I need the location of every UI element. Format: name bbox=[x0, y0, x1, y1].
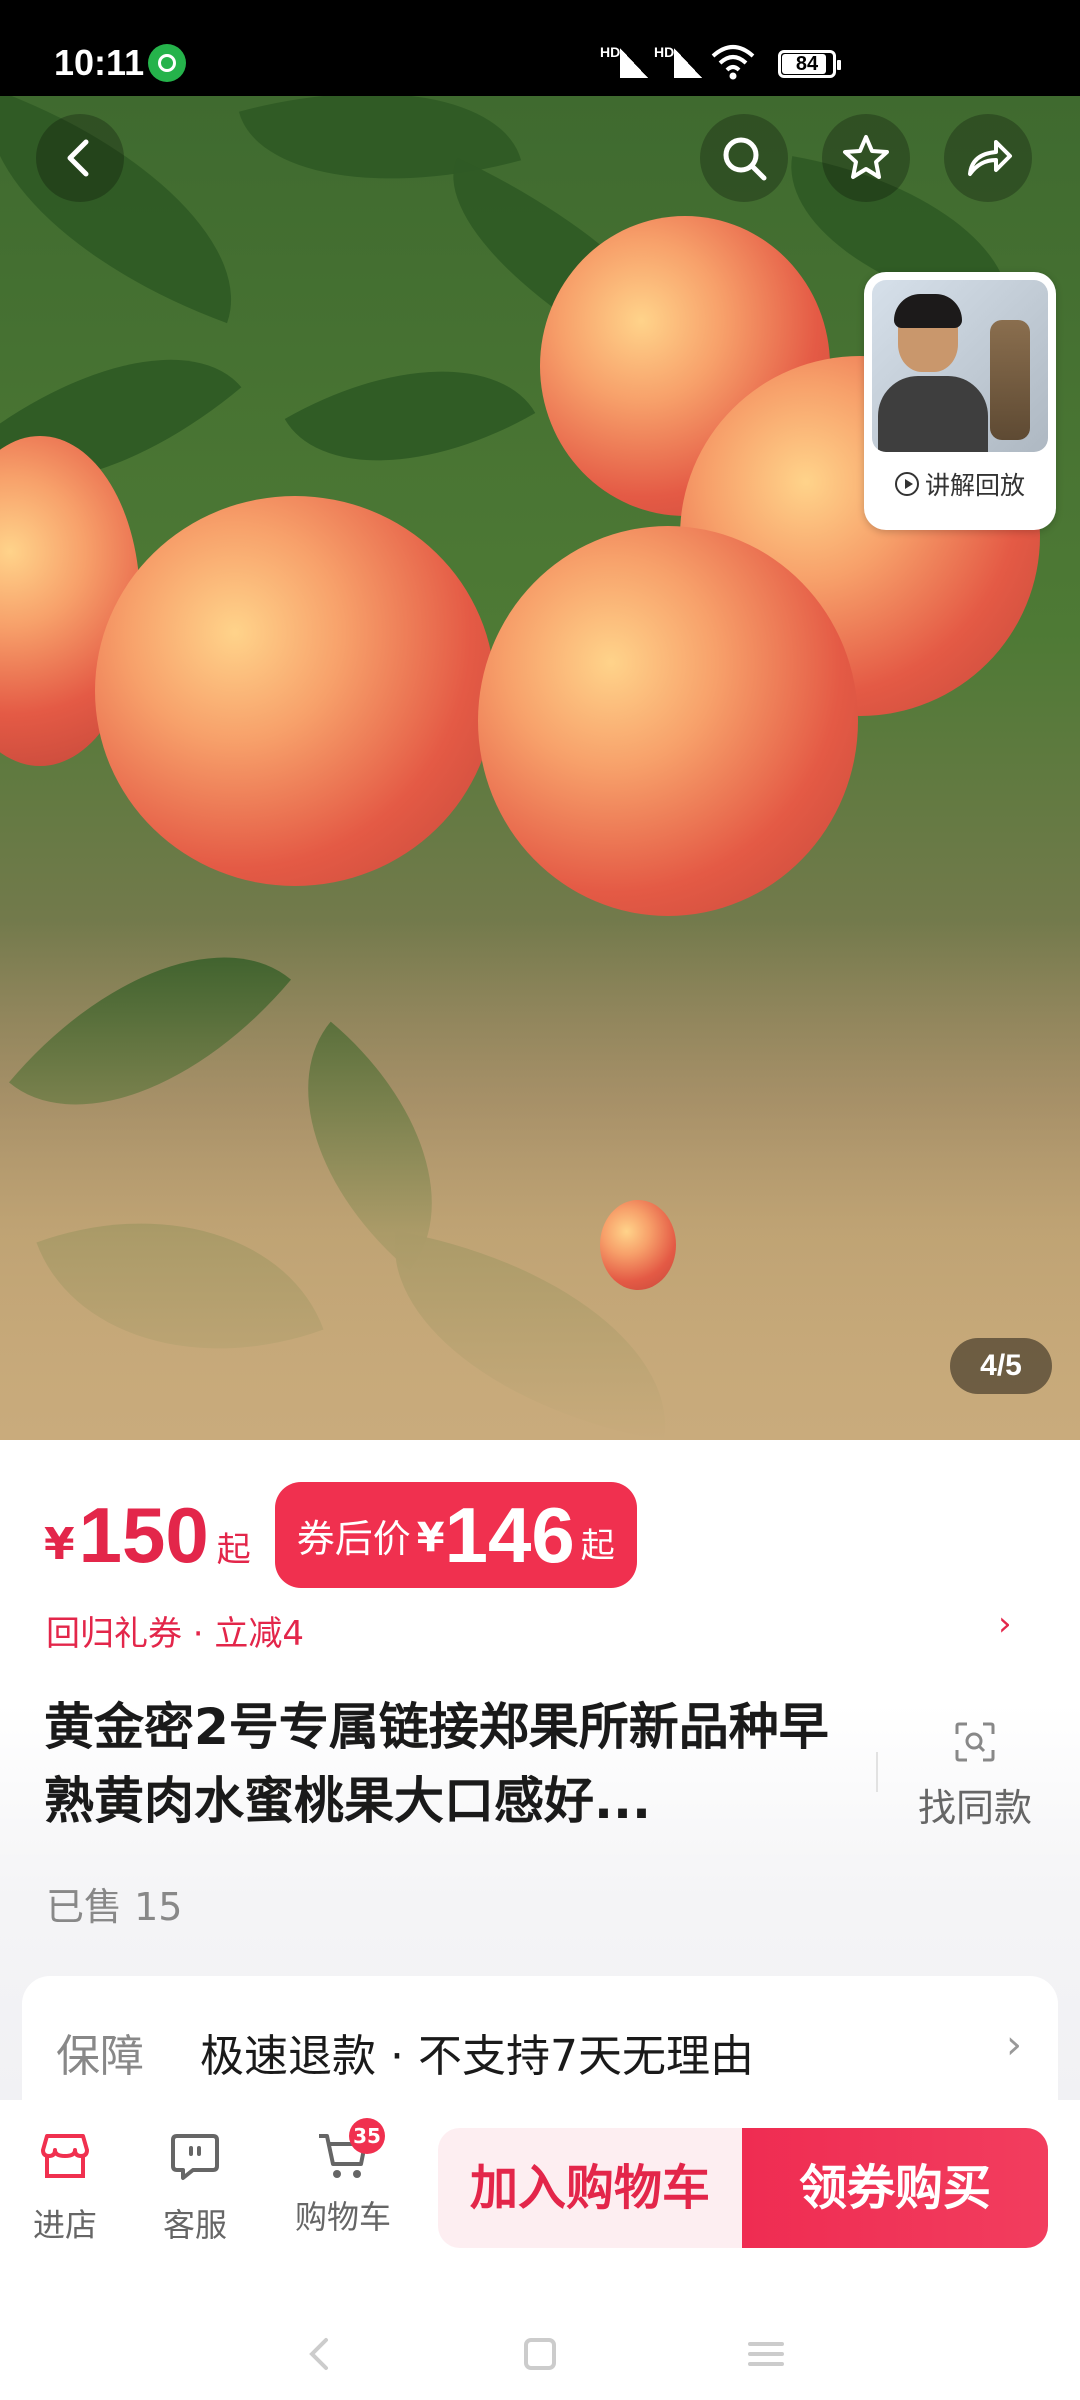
buy-with-coupon-button[interactable]: 领券购买 bbox=[742, 2128, 1048, 2248]
guarantee-label: 保障 bbox=[56, 2031, 144, 2082]
back-button[interactable] bbox=[36, 114, 124, 202]
signal-hd-label: HD bbox=[600, 44, 621, 60]
wifi-icon bbox=[711, 45, 755, 80]
system-navigation-bar bbox=[0, 2302, 1080, 2400]
coupon-price-badge: 券后价 ¥ 146 起 bbox=[274, 1482, 637, 1588]
video-explain-card[interactable]: 讲解回放 bbox=[864, 272, 1056, 530]
cart-badge: 35 bbox=[349, 2118, 385, 2154]
video-label-text: 讲解回放 bbox=[924, 471, 1025, 500]
price-row: ¥ 150 起 券后价 ¥ 146 起 bbox=[44, 1480, 637, 1590]
chevron-right-icon: › bbox=[1006, 2022, 1022, 2068]
signal-icon: HD bbox=[600, 44, 648, 78]
find-same-label: 找同款 bbox=[917, 1786, 1032, 1830]
chevron-right-icon[interactable]: › bbox=[998, 1604, 1012, 1644]
star-icon bbox=[843, 135, 889, 179]
app-notification-icon bbox=[148, 44, 186, 82]
scan-search-icon bbox=[955, 1722, 995, 1762]
status-time: 10:11 bbox=[54, 42, 145, 83]
system-home-icon[interactable] bbox=[510, 2324, 570, 2384]
product-image[interactable]: 讲解回放 4/5 bbox=[0, 96, 1080, 1440]
store-icon bbox=[41, 2134, 89, 2178]
favorite-button[interactable] bbox=[822, 114, 910, 202]
share-button[interactable] bbox=[944, 114, 1032, 202]
price-currency: ¥ bbox=[44, 1518, 75, 1570]
image-counter: 4/5 bbox=[950, 1338, 1052, 1394]
add-to-cart-button[interactable]: 加入购物车 bbox=[438, 2128, 742, 2248]
coupon-price-label: 券后价 bbox=[296, 1516, 411, 1561]
customer-service-button[interactable]: 客服 bbox=[158, 2128, 232, 2246]
status-bar: 10:11 HD HD 84 bbox=[0, 0, 1080, 96]
cart-label: 购物车 bbox=[294, 2198, 391, 2236]
system-back-icon[interactable] bbox=[290, 2324, 350, 2384]
store-button[interactable]: 进店 bbox=[28, 2128, 102, 2246]
guarantee-text: 极速退款 · 不支持7天无理由 bbox=[200, 2031, 754, 2082]
coupon-price-currency: ¥ bbox=[416, 1515, 445, 1561]
share-icon bbox=[968, 140, 1012, 176]
bottom-action-bar: 进店 客服 35 购物车 加入购物车 领券购买 bbox=[0, 2102, 1080, 2302]
product-title: 黄金密2号专属链接郑果所新品种早熟黄肉水蜜桃果大口感好... bbox=[44, 1698, 829, 1830]
system-recents-icon[interactable] bbox=[736, 2324, 796, 2384]
service-label: 客服 bbox=[162, 2206, 227, 2244]
search-button[interactable] bbox=[700, 114, 788, 202]
search-icon bbox=[723, 137, 767, 181]
video-thumbnail bbox=[872, 280, 1048, 452]
store-label: 进店 bbox=[32, 2206, 97, 2244]
play-icon bbox=[894, 472, 919, 496]
signal-icon-2: HD bbox=[654, 44, 702, 78]
cart-button[interactable]: 35 购物车 bbox=[288, 2118, 398, 2238]
back-arrow-icon bbox=[67, 139, 89, 177]
promo-text[interactable]: 回归礼券 · 立减4 bbox=[46, 1606, 304, 1650]
battery-icon: 84 bbox=[778, 50, 841, 78]
signal-hd-label-2: HD bbox=[654, 44, 675, 60]
price-suffix: 起 bbox=[216, 1529, 251, 1570]
coupon-price-suffix: 起 bbox=[580, 1525, 615, 1566]
find-same-button[interactable]: 找同款 bbox=[900, 1720, 1050, 1832]
divider bbox=[876, 1752, 878, 1792]
sold-count: 已售 15 bbox=[46, 1885, 183, 1929]
price-amount: 150 bbox=[78, 1490, 209, 1579]
battery-level: 84 bbox=[795, 53, 819, 75]
chat-icon bbox=[171, 2134, 219, 2180]
video-replay-label: 讲解回放 bbox=[872, 466, 1048, 502]
coupon-price-amount: 146 bbox=[444, 1490, 575, 1579]
product-info-panel: ¥ 150 起 券后价 ¥ 146 起 回归礼券 · 立减4 › 黄金密2号专属… bbox=[0, 1440, 1080, 2136]
